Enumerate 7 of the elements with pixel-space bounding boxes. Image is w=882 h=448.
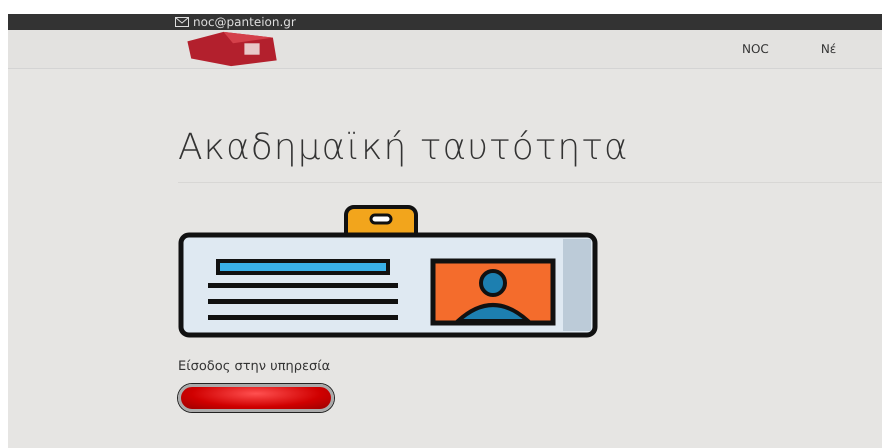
login-button[interactable] <box>178 384 334 412</box>
service-label: Είσοδος στην υπηρεσία <box>178 359 332 374</box>
email-link[interactable]: noc@panteion.gr <box>193 15 296 29</box>
page-title: Ακαδημαϊκή ταυτότητα <box>178 127 630 168</box>
nav-link[interactable]: Νέ <box>820 42 836 56</box>
envelope-icon <box>175 17 189 27</box>
nav-link[interactable]: NOC <box>742 42 769 56</box>
